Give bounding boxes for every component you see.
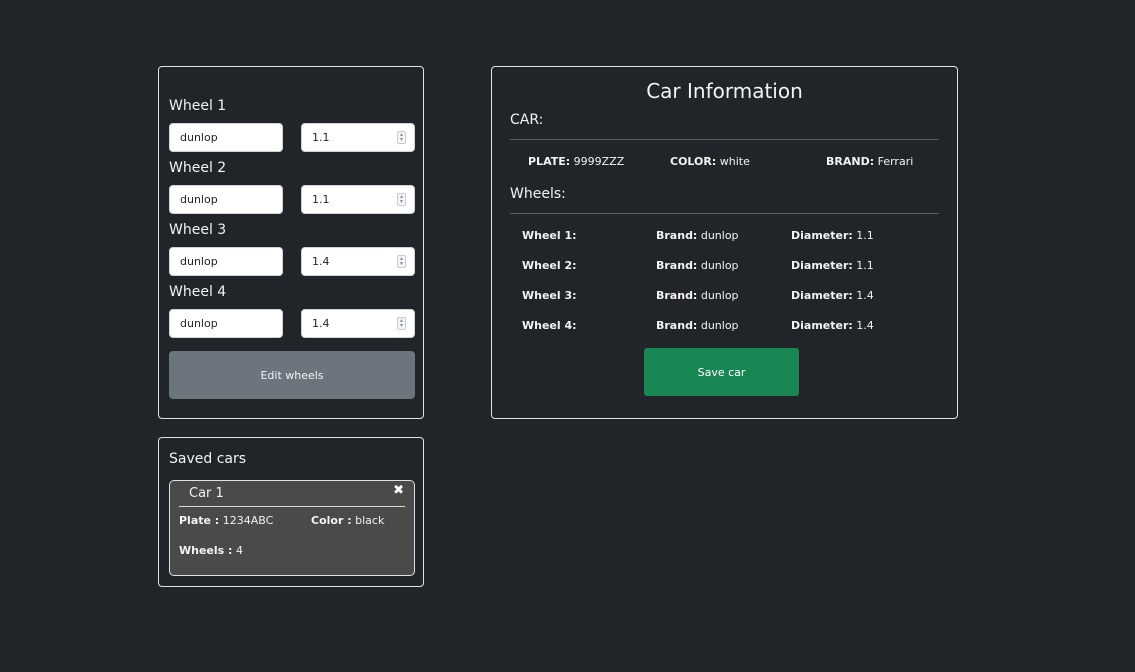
- wheel-info-row-3: Wheel 3: Brand: dunlop Diameter: 1.4: [510, 289, 939, 305]
- wheel-info-row-2: Wheel 2: Brand: dunlop Diameter: 1.1: [510, 259, 939, 275]
- wheel-info-list: Wheel 1: Brand: dunlop Diameter: 1.1 Whe…: [510, 229, 939, 335]
- wheel-info-diameter-value: 1.4: [856, 289, 874, 302]
- car-plate: PLATE: 9999ZZZ: [510, 155, 664, 171]
- wheel-info-diameter-value: 1.1: [856, 229, 874, 242]
- wheels-edit-panel: Wheel 1 ▴▾ Wheel 2 ▴▾ Wheel 3 ▴▾: [158, 66, 424, 419]
- edit-wheels-button[interactable]: Edit wheels: [169, 351, 415, 399]
- wheel-2-label: Wheel 2: [169, 160, 227, 176]
- wheel-info-diameter: Diameter: 1.1: [791, 259, 874, 275]
- wheel-info-brand: Brand: dunlop: [656, 259, 791, 275]
- car-plate-value: 9999ZZZ: [573, 155, 625, 168]
- wheel-3-diameter-spinner[interactable]: ▴ ▾: [397, 255, 406, 268]
- car-brand-label: BRAND:: [826, 155, 875, 168]
- car-attributes: PLATE: 9999ZZZ COLOR: white BRAND: Ferra…: [510, 155, 939, 171]
- wheel-info-diameter: Diameter: 1.4: [791, 289, 874, 305]
- wheels-section-divider: [510, 213, 939, 214]
- saved-cars-panel: Saved cars Car 1 ✖ Plate : 1234ABC Color…: [158, 437, 424, 587]
- wheel-info-diameter: Diameter: 1.4: [791, 319, 874, 335]
- wheel-1-diameter-spinner[interactable]: ▴ ▾: [397, 131, 406, 144]
- wheel-4-label: Wheel 4: [169, 284, 227, 300]
- car-information-title: Car Information: [646, 79, 803, 103]
- car-section-divider: [510, 139, 939, 140]
- wheel-info-brand-label: Brand:: [656, 319, 698, 332]
- wheel-4-diameter-spinner[interactable]: ▴ ▾: [397, 317, 406, 330]
- wheel-info-brand-label: Brand:: [656, 259, 698, 272]
- wheel-info-name: Wheel 4:: [522, 319, 577, 332]
- saved-car-color: Color : black: [311, 514, 384, 530]
- car-section-label: CAR:: [510, 112, 544, 128]
- wheel-info-name: Wheel 1:: [522, 229, 577, 242]
- wheel-info-row-4: Wheel 4: Brand: dunlop Diameter: 1.4: [510, 319, 939, 335]
- saved-car-name: Car 1: [179, 486, 405, 507]
- wheel-1-brand-input[interactable]: [169, 123, 283, 152]
- saved-car-wheels-label: Wheels :: [179, 544, 233, 557]
- saved-car-plate-label: Plate :: [179, 514, 220, 527]
- saved-car-color-value: black: [355, 514, 385, 527]
- wheel-info-diameter-label: Diameter:: [791, 229, 853, 242]
- saved-car-wheels: Wheels : 4: [179, 544, 405, 560]
- car-color-label: COLOR:: [670, 155, 717, 168]
- wheel-info-brand: Brand: dunlop: [656, 319, 791, 335]
- wheel-info-brand-value: dunlop: [700, 259, 739, 272]
- wheel-group-1: Wheel 1 ▴▾: [169, 97, 415, 152]
- car-brand-value: Ferrari: [877, 155, 914, 168]
- wheel-2-brand-input[interactable]: [169, 185, 283, 214]
- saved-car-details: Plate : 1234ABC Color : black: [179, 514, 405, 530]
- saved-car-plate: Plate : 1234ABC: [179, 514, 311, 530]
- saved-car-wheels-value: 4: [235, 544, 243, 557]
- wheel-2-diameter-spinner[interactable]: ▴ ▾: [397, 193, 406, 206]
- wheel-info-brand: Brand: dunlop: [656, 289, 791, 305]
- wheel-info-diameter: Diameter: 1.1: [791, 229, 874, 245]
- wheel-3-label: Wheel 3: [169, 222, 227, 238]
- wheel-group-3: Wheel 3 ▴▾: [169, 221, 415, 276]
- wheel-1-label: Wheel 1: [169, 98, 227, 114]
- saved-car-plate-value: 1234ABC: [222, 514, 274, 527]
- wheels-section-label: Wheels:: [510, 186, 566, 202]
- wheel-group-2: Wheel 2 ▴▾: [169, 159, 415, 214]
- car-brand: BRAND: Ferrari: [808, 155, 913, 171]
- close-icon[interactable]: ✖: [393, 483, 404, 498]
- wheel-info-diameter-value: 1.1: [856, 259, 874, 272]
- wheel-info-diameter-value: 1.4: [856, 319, 874, 332]
- saved-car-card[interactable]: Car 1 ✖ Plate : 1234ABC Color : black Wh…: [169, 480, 415, 576]
- wheel-info-brand-label: Brand:: [656, 229, 698, 242]
- car-color: COLOR: white: [664, 155, 808, 171]
- car-color-value: white: [719, 155, 750, 168]
- wheel-info-brand-value: dunlop: [700, 319, 739, 332]
- car-plate-label: PLATE:: [528, 155, 571, 168]
- wheel-info-diameter-label: Diameter:: [791, 319, 853, 332]
- wheel-info-diameter-label: Diameter:: [791, 289, 853, 302]
- wheel-info-brand-value: dunlop: [700, 289, 739, 302]
- wheel-info-brand-value: dunlop: [700, 229, 739, 242]
- car-information-panel: Car Information CAR: PLATE: 9999ZZZ COLO…: [491, 66, 958, 419]
- wheel-4-brand-input[interactable]: [169, 309, 283, 338]
- wheel-info-brand: Brand: dunlop: [656, 229, 791, 245]
- wheel-info-name: Wheel 3:: [522, 289, 577, 302]
- wheel-info-row-1: Wheel 1: Brand: dunlop Diameter: 1.1: [510, 229, 939, 245]
- wheel-info-brand-label: Brand:: [656, 289, 698, 302]
- wheel-group-4: Wheel 4 ▴▾: [169, 283, 415, 338]
- saved-car-color-label: Color :: [311, 514, 352, 527]
- wheel-3-brand-input[interactable]: [169, 247, 283, 276]
- wheel-info-name: Wheel 2:: [522, 259, 577, 272]
- wheel-info-diameter-label: Diameter:: [791, 259, 853, 272]
- save-car-button[interactable]: Save car: [644, 348, 799, 396]
- saved-cars-title: Saved cars: [169, 451, 247, 467]
